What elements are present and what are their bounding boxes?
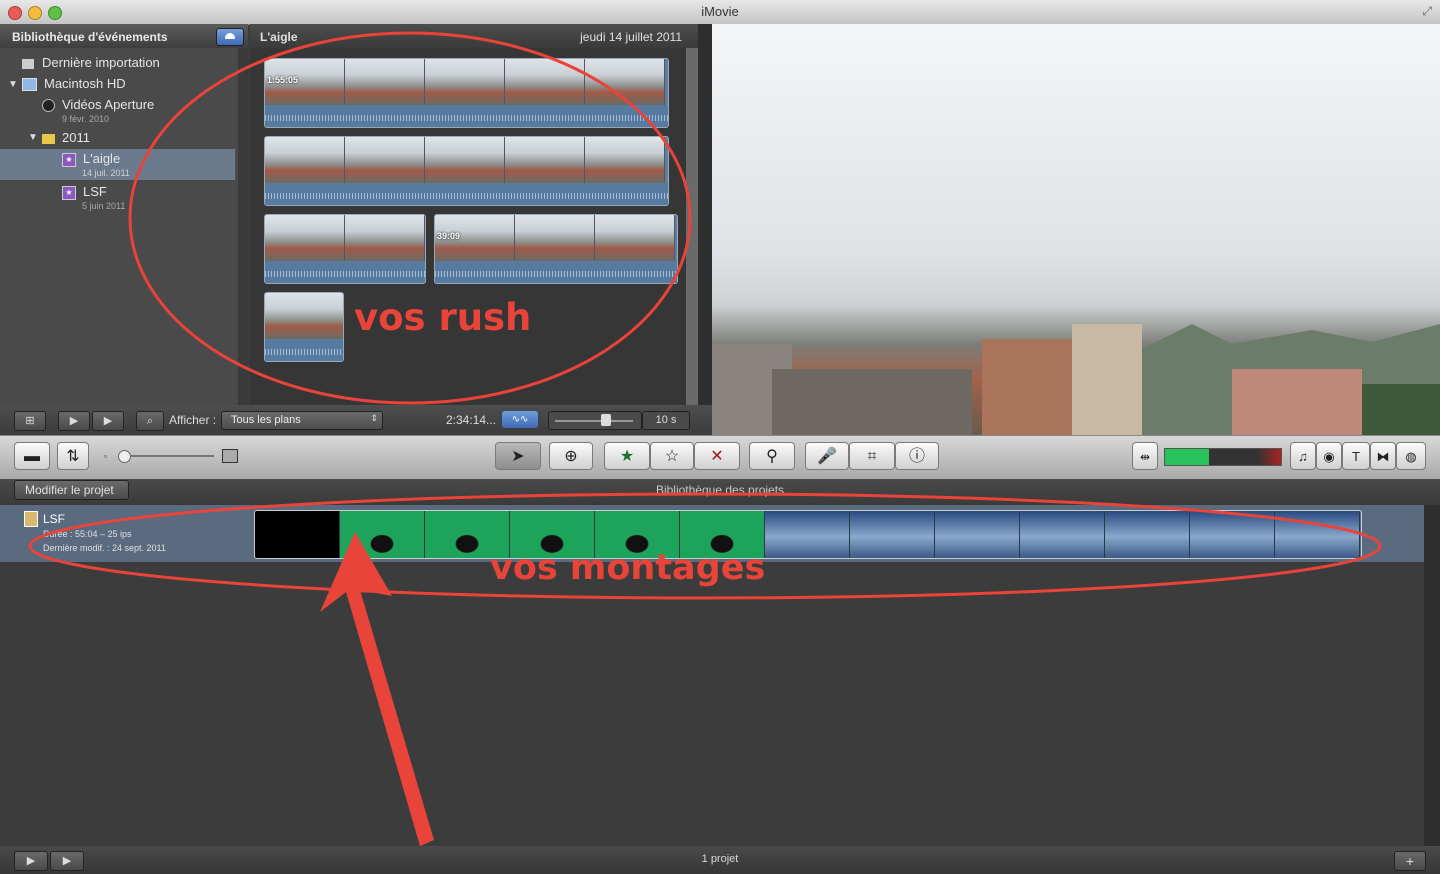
annotation-overlay [28, 31, 1382, 846]
annotation-rush: vos rush [354, 296, 532, 339]
annotation-montages: vos montages [490, 548, 766, 588]
rush-circle [128, 31, 692, 405]
arrow-icon [320, 532, 434, 846]
